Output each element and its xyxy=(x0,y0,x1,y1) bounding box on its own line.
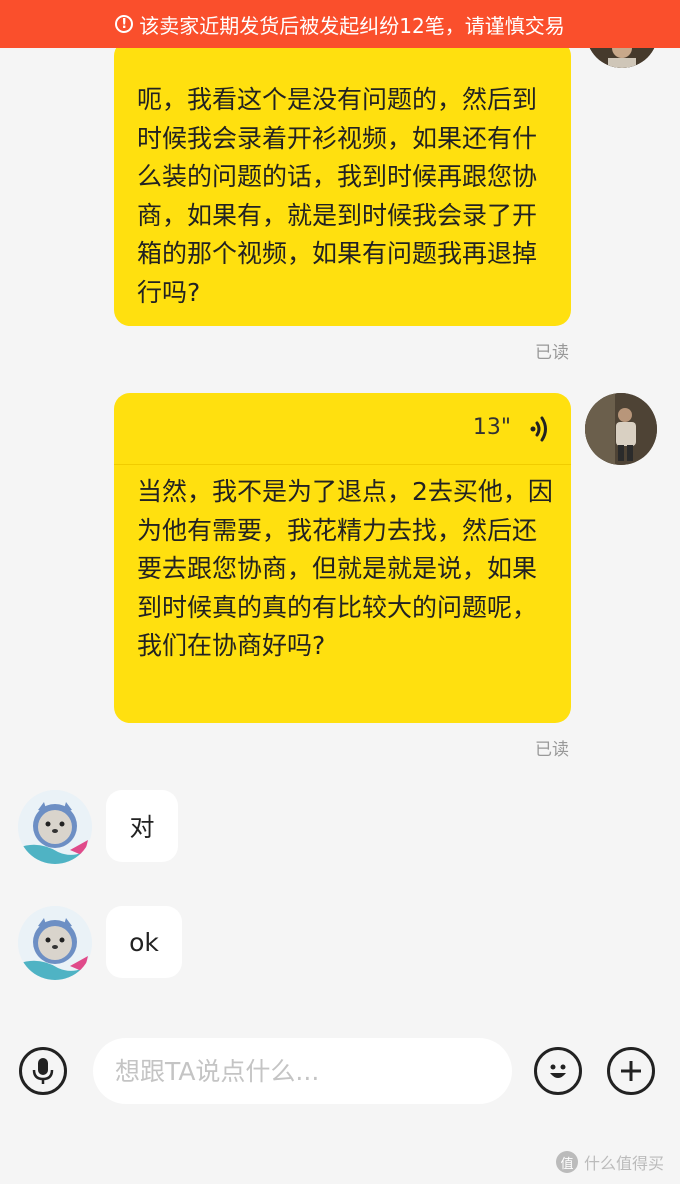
emoji-icon xyxy=(550,1064,566,1078)
dispute-warning-text: 该卖家近期发货后被发起纠纷12笔，请谨慎交易 xyxy=(139,13,565,38)
more-options-button[interactable] xyxy=(607,1047,655,1095)
read-receipt: 已读 xyxy=(535,740,569,760)
exclamation-circle-icon: ! xyxy=(115,15,134,33)
message-text: 呃，我看这个是没有问题的，然后到时候我会录着开衫视频，如果还有什么装的问题的话，… xyxy=(137,85,538,307)
emoji-button[interactable] xyxy=(534,1047,582,1095)
message-input[interactable] xyxy=(93,1038,512,1104)
voice-player[interactable]: 13" xyxy=(114,393,571,465)
voice-message-bubble[interactable]: 13" 当然，我不是为了退点，2去买他，因为他有需要，我花精力去找，然后还要去跟… xyxy=(114,393,571,723)
seller-avatar[interactable] xyxy=(18,906,92,980)
voice-transcript: 当然，我不是为了退点，2去买他，因为他有需要，我花精力去找，然后还要去跟您协商，… xyxy=(137,477,553,660)
plus-icon xyxy=(621,1061,641,1081)
message-bubble-incoming[interactable]: ok xyxy=(106,906,182,978)
watermark: 值 什么值得买 xyxy=(556,1150,664,1174)
message-bubble-incoming[interactable]: 对 xyxy=(106,790,178,862)
voice-duration: 13" xyxy=(472,415,511,441)
user-avatar[interactable] xyxy=(585,393,657,465)
dispute-warning-banner[interactable]: ! 该卖家近期发货后被发起纠纷12笔，请谨慎交易 xyxy=(0,0,680,48)
message-text: ok xyxy=(129,927,159,957)
read-receipt: 已读 xyxy=(535,343,569,363)
message-text: 对 xyxy=(129,813,155,842)
microphone-button[interactable] xyxy=(19,1047,67,1095)
watermark-text: 什么值得买 xyxy=(584,1154,665,1173)
smzdm-logo-icon: 值 xyxy=(556,1151,578,1173)
microphone-icon xyxy=(32,1058,54,1084)
seller-avatar[interactable] xyxy=(18,790,92,864)
message-bubble-outgoing[interactable]: 呃，我看这个是没有问题的，然后到时候我会录着开衫视频，如果还有什么装的问题的话，… xyxy=(114,40,571,326)
voice-wave-icon xyxy=(530,416,547,441)
